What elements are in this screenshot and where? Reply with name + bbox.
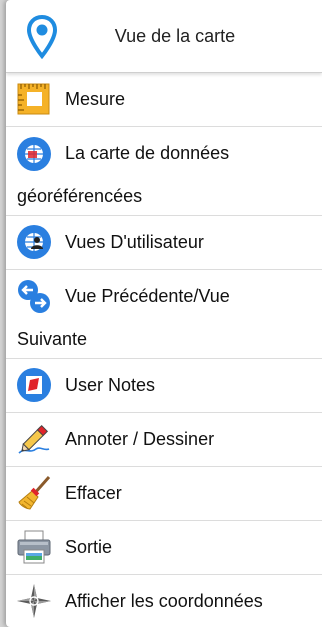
- menu-item-vue-precedente[interactable]: Vue Précédente/Vue Suivante: [6, 270, 322, 359]
- menu-item-user-notes[interactable]: User Notes: [6, 359, 322, 413]
- menu-item-label: Mesure: [65, 89, 126, 109]
- menu-item-label: Sortie: [65, 537, 113, 557]
- prev-next-arrows-icon: [18, 280, 50, 313]
- menu-item-label-line2: Suivante: [17, 329, 88, 349]
- compass-icon: [17, 584, 51, 618]
- menu-header[interactable]: Vue de la carte: [6, 0, 322, 73]
- pencil-icon: [18, 424, 50, 454]
- map-pin-icon: [26, 15, 58, 59]
- menu-item-label: Effacer: [65, 483, 122, 503]
- menu-item-coordonnees[interactable]: Afficher les coordonnées: [6, 575, 322, 627]
- menu-item-label: Vues D'utilisateur: [65, 232, 204, 252]
- menu-title: Vue de la carte: [114, 25, 236, 46]
- printer-icon: [17, 530, 51, 564]
- broom-icon: [18, 476, 51, 510]
- menu-item-carte-donnees[interactable]: La carte de données géoréférencées: [6, 127, 322, 216]
- menu-item-mesure[interactable]: Mesure: [6, 73, 322, 127]
- menu-item-label: Afficher les coordonnées: [65, 591, 263, 611]
- note-icon: [17, 368, 51, 402]
- menu-item-annoter[interactable]: Annoter / Dessiner: [6, 413, 322, 467]
- map-view-menu: Vue de la carte Mesure La carte de donné…: [6, 0, 322, 627]
- ruler-icon: [17, 83, 50, 115]
- menu-item-label-line2: géoréférencées: [17, 186, 143, 206]
- globe-map-icon: [17, 137, 51, 171]
- globe-user-icon: [17, 225, 51, 259]
- menu-item-label: Vue Précédente/Vue: [65, 286, 230, 306]
- menu-item-label: User Notes: [65, 375, 156, 395]
- menu-item-effacer[interactable]: Effacer: [6, 467, 322, 521]
- menu-item-vues-utilisateur[interactable]: Vues D'utilisateur: [6, 216, 322, 270]
- menu-item-label: Annoter / Dessiner: [65, 429, 215, 449]
- menu-item-label: La carte de données: [65, 143, 230, 163]
- menu-item-sortie[interactable]: Sortie: [6, 521, 322, 575]
